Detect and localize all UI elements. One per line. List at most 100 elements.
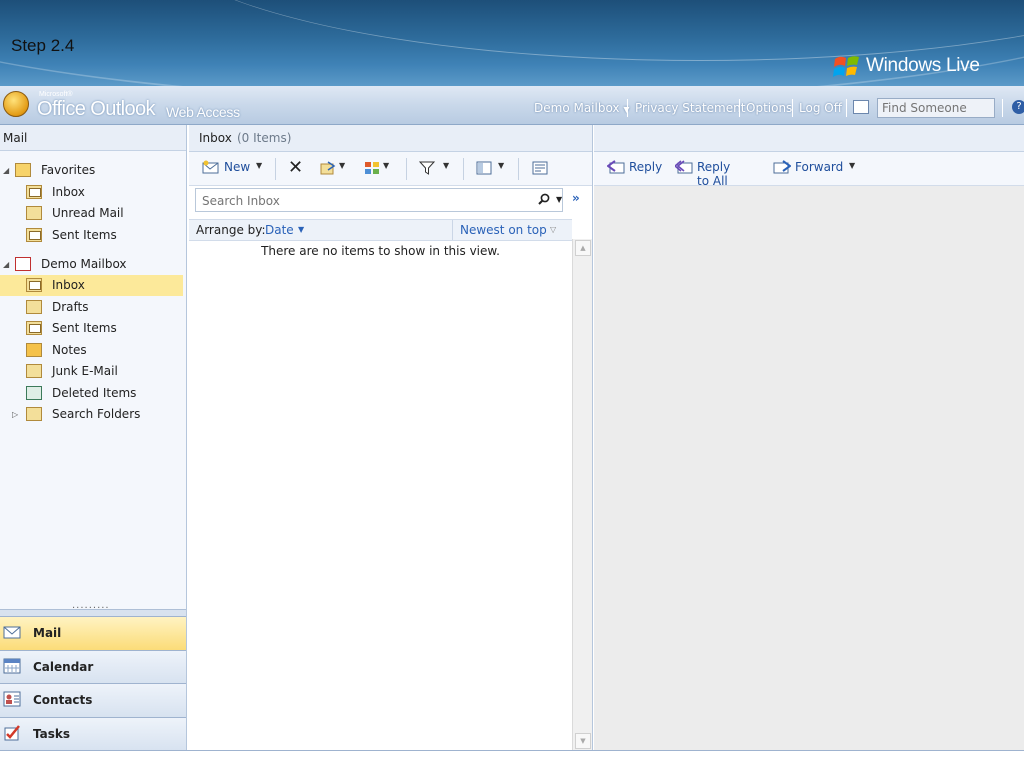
reading-header bbox=[594, 125, 1024, 152]
windows-live-brand[interactable]: Windows Live bbox=[866, 55, 980, 77]
open-item-icon[interactable] bbox=[532, 161, 548, 175]
reading-toolbar: Reply Reply to All Forward ▼ bbox=[594, 152, 1024, 188]
nav-button-mail[interactable]: Mail bbox=[0, 616, 186, 650]
scroll-down-icon[interactable]: ▼ bbox=[575, 733, 591, 749]
search-folder-icon bbox=[26, 206, 42, 220]
favorites-item-inbox[interactable]: Inbox bbox=[0, 182, 183, 203]
calendar-icon bbox=[3, 658, 21, 674]
search-box bbox=[195, 188, 563, 212]
help-icon[interactable]: ? bbox=[1012, 100, 1024, 114]
junk-folder-icon bbox=[26, 364, 42, 378]
mailbox-item-search-folders[interactable]: ▷ Search Folders bbox=[0, 404, 183, 425]
reply-icon bbox=[607, 160, 625, 174]
new-dropdown-icon[interactable]: ▼ bbox=[256, 161, 262, 170]
toolbar-separator bbox=[275, 158, 276, 180]
nav-button-tasks[interactable]: Tasks bbox=[0, 717, 186, 751]
header-separator bbox=[739, 99, 740, 117]
collapse-triangle-icon[interactable]: ◢ bbox=[3, 254, 9, 275]
drafts-folder-icon bbox=[26, 300, 42, 314]
reading-pane: Reply Reply to All Forward ▼ bbox=[594, 125, 1024, 750]
arrange-bar: Arrange by: Date ▼ Newest on top ▽ bbox=[189, 219, 572, 241]
step-label: Step 2.4 bbox=[11, 36, 75, 55]
find-someone-input[interactable] bbox=[877, 98, 995, 118]
windows-flag-icon bbox=[833, 56, 859, 77]
categories-icon[interactable] bbox=[364, 161, 380, 175]
forward-icon bbox=[773, 160, 791, 174]
privacy-statement-link[interactable]: Privacy Statement bbox=[635, 101, 745, 115]
expand-triangle-icon[interactable]: ▷ bbox=[12, 404, 18, 425]
sort-direction-icon[interactable]: ▽ bbox=[550, 225, 556, 234]
toolbar-separator bbox=[463, 158, 464, 180]
scroll-up-icon[interactable]: ▲ bbox=[575, 240, 591, 256]
favorites-item-unread-mail[interactable]: Unread Mail bbox=[0, 203, 183, 224]
toolbar-separator bbox=[406, 158, 407, 180]
log-off-link[interactable]: Log Off bbox=[799, 101, 842, 115]
header-separator bbox=[846, 99, 847, 117]
nav-title: Mail bbox=[0, 125, 186, 151]
list-scrollbar[interactable]: ▲ ▼ bbox=[572, 239, 592, 750]
item-count: (0 Items) bbox=[237, 131, 292, 145]
options-link[interactable]: Options bbox=[746, 101, 792, 115]
header-separator bbox=[627, 99, 628, 117]
demo-mailbox-node[interactable]: ◢ Demo Mailbox bbox=[0, 254, 183, 275]
favorites-node[interactable]: ◢ Favorites bbox=[0, 160, 183, 181]
deleted-folder-icon bbox=[26, 386, 42, 400]
owa-header-bar: Microsoft® Office Outlook Web Access Dem… bbox=[0, 86, 1024, 125]
mailbox-icon bbox=[15, 257, 31, 271]
navigation-pane: Mail ◢ Favorites Inbox Unread Mail Sent … bbox=[0, 125, 187, 751]
arrange-by-dropdown[interactable]: Date bbox=[265, 223, 294, 237]
reading-pane-dropdown-icon[interactable]: ▼ bbox=[498, 161, 504, 170]
search-scope-dropdown-icon[interactable]: ▼ bbox=[556, 195, 562, 204]
expand-search-icon[interactable]: » bbox=[572, 191, 580, 205]
nav-button-calendar[interactable]: Calendar bbox=[0, 650, 186, 684]
list-header: Inbox (0 Items) bbox=[189, 125, 592, 152]
inbox-folder-icon bbox=[26, 278, 42, 292]
mailbox-item-deleted-items[interactable]: Deleted Items bbox=[0, 383, 183, 404]
microsoft-label: Microsoft® bbox=[39, 91, 73, 98]
address-book-icon[interactable] bbox=[853, 100, 869, 114]
search-folder-icon bbox=[26, 407, 42, 421]
filter-icon[interactable] bbox=[419, 161, 435, 175]
list-title: Inbox bbox=[199, 131, 232, 145]
mailbox-item-junk-email[interactable]: Junk E-Mail bbox=[0, 361, 183, 382]
tasks-icon bbox=[4, 725, 20, 741]
collapse-triangle-icon[interactable]: ◢ bbox=[3, 160, 9, 181]
header-separator bbox=[1002, 99, 1003, 117]
search-input[interactable] bbox=[200, 193, 524, 209]
delete-icon[interactable]: ✕ bbox=[288, 157, 303, 178]
mailbox-item-sent-items[interactable]: Sent Items bbox=[0, 318, 183, 339]
inbox-folder-icon bbox=[26, 185, 42, 199]
list-toolbar: New ▼ ✕ ▼ ▼ ▼ ▼ bbox=[189, 152, 592, 186]
demo-mailbox-menu[interactable]: Demo Mailbox ▼ bbox=[534, 101, 630, 115]
chevron-down-icon[interactable]: ▼ bbox=[298, 225, 304, 234]
sent-folder-icon bbox=[26, 321, 42, 335]
contacts-icon bbox=[3, 691, 21, 707]
forward-dropdown-icon[interactable]: ▼ bbox=[849, 161, 855, 170]
mailbox-item-drafts[interactable]: Drafts bbox=[0, 297, 183, 318]
favorites-star-icon bbox=[15, 163, 31, 177]
nav-button-contacts[interactable]: Contacts bbox=[0, 683, 186, 717]
mailbox-item-inbox[interactable]: Inbox bbox=[0, 275, 183, 296]
sent-folder-icon bbox=[26, 228, 42, 242]
move-dropdown-icon[interactable]: ▼ bbox=[339, 161, 345, 170]
reply-all-icon bbox=[675, 160, 693, 174]
bottom-strip bbox=[0, 751, 1024, 768]
message-list-pane: Inbox (0 Items) New ▼ ✕ ▼ ▼ ▼ ▼ ▼ » Arra… bbox=[189, 125, 593, 750]
favorites-item-sent-items[interactable]: Sent Items bbox=[0, 225, 183, 246]
new-message-icon bbox=[202, 160, 219, 174]
header-separator bbox=[792, 99, 793, 117]
categories-dropdown-icon[interactable]: ▼ bbox=[383, 161, 389, 170]
reading-pane-icon[interactable] bbox=[476, 161, 492, 175]
notes-folder-icon bbox=[26, 343, 42, 357]
move-to-folder-icon[interactable] bbox=[320, 161, 336, 175]
product-title: Office Outlook bbox=[37, 98, 156, 120]
mailbox-item-notes[interactable]: Notes bbox=[0, 340, 183, 361]
sort-order-toggle[interactable]: Newest on top bbox=[460, 223, 547, 237]
filter-dropdown-icon[interactable]: ▼ bbox=[443, 161, 449, 170]
search-icon[interactable] bbox=[538, 193, 550, 205]
column-divider bbox=[452, 220, 453, 240]
mail-icon bbox=[3, 626, 21, 639]
empty-list-message: There are no items to show in this view. bbox=[261, 244, 500, 258]
arrange-label: Arrange by: bbox=[196, 223, 266, 237]
product-subtitle: Web Access bbox=[166, 104, 240, 120]
